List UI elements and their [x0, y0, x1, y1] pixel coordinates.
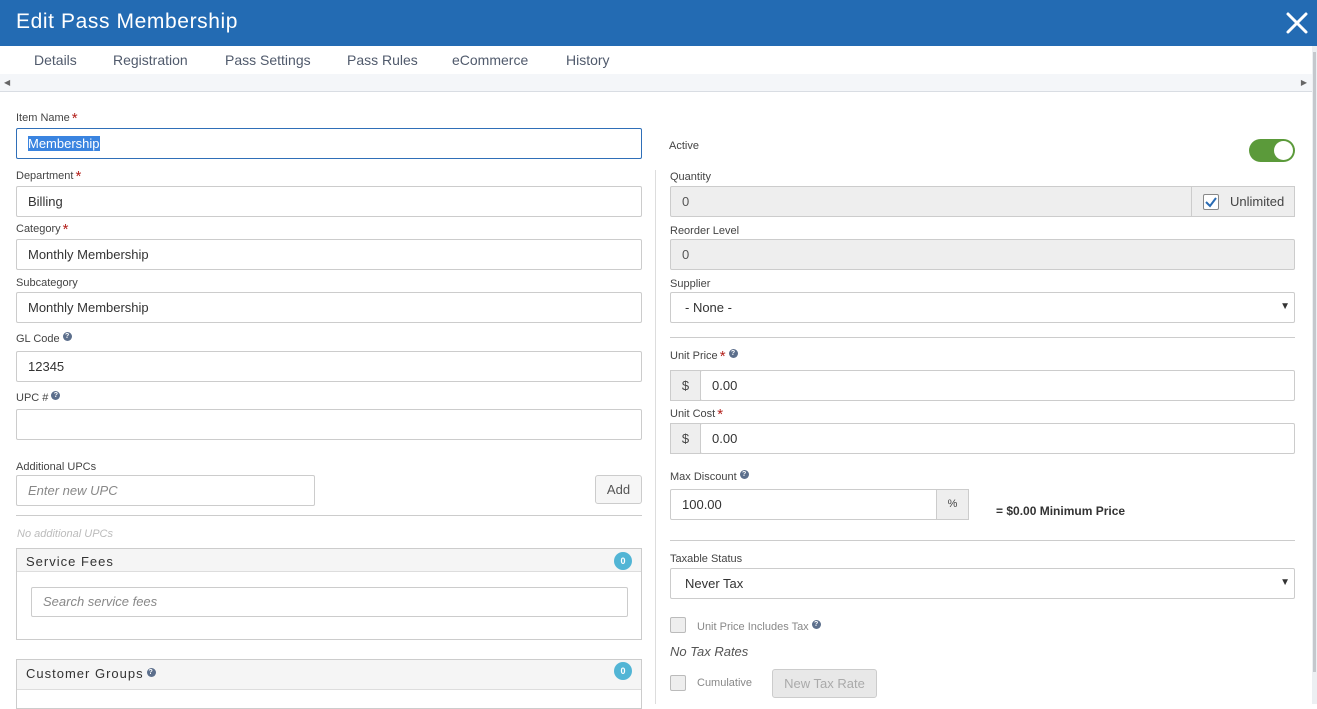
tab-pass-settings[interactable]: Pass Settings — [225, 52, 311, 68]
cumulative-label: Cumulative — [697, 677, 753, 689]
toggle-knob — [1274, 141, 1293, 160]
no-additional-upcs-text: No additional UPCs — [17, 528, 113, 540]
reorder-level-input[interactable]: 0 — [670, 239, 1295, 270]
help-icon[interactable]: ? — [739, 470, 749, 479]
taxable-status-label: Taxable Status — [670, 553, 743, 565]
divider — [16, 515, 642, 516]
service-fees-header: Service Fees 0 — [17, 549, 641, 572]
max-discount-label: Max Discount? — [670, 470, 749, 483]
scroll-right-icon[interactable]: ▶ — [1301, 78, 1307, 87]
vertical-scrollbar-thumb[interactable] — [1313, 52, 1316, 672]
item-name-input[interactable]: Membership — [16, 128, 642, 159]
close-icon[interactable] — [1283, 9, 1311, 37]
divider — [670, 540, 1295, 541]
service-fees-title: Service Fees — [26, 554, 114, 569]
dropdown-caret-icon: ▼ — [1280, 577, 1290, 588]
unit-price-currency: $ — [670, 370, 701, 401]
customer-groups-panel: Customer Groups? 0 — [16, 659, 642, 709]
required-marker: * — [71, 110, 78, 127]
category-label: Category * — [16, 221, 69, 238]
subcategory-input[interactable]: Monthly Membership — [16, 292, 642, 323]
add-upc-button[interactable]: Add — [595, 475, 642, 504]
upc-label: UPC #? — [16, 391, 61, 404]
unit-cost-input[interactable]: 0.00 — [700, 423, 1295, 454]
service-fees-count-badge: 0 — [614, 552, 632, 570]
dropdown-caret-icon: ▼ — [1280, 301, 1290, 312]
gl-code-label: GL Code? — [16, 332, 72, 345]
divider — [670, 337, 1295, 338]
help-icon[interactable]: ? — [51, 391, 61, 400]
help-icon[interactable]: ? — [146, 668, 156, 677]
dialog-title: Edit Pass Membership — [16, 10, 239, 33]
customer-groups-count-badge: 0 — [614, 662, 632, 680]
dialog-header: Edit Pass Membership — [0, 0, 1317, 46]
minimum-price-text: = $0.00 Minimum Price — [996, 504, 1126, 518]
tab-ecommerce[interactable]: eCommerce — [452, 52, 528, 68]
unit-cost-currency: $ — [670, 423, 701, 454]
department-label: Department * — [16, 168, 82, 185]
service-fees-panel: Service Fees 0 Search service fees — [16, 548, 642, 640]
gl-code-input[interactable]: 12345 — [16, 351, 642, 382]
customer-groups-header: Customer Groups? 0 — [17, 660, 641, 690]
unit-price-label: Unit Price *? — [670, 348, 738, 365]
new-upc-input[interactable]: Enter new UPC — [16, 475, 315, 506]
help-icon[interactable]: ? — [728, 349, 738, 358]
help-icon[interactable]: ? — [62, 332, 72, 341]
column-divider — [655, 170, 656, 704]
active-toggle[interactable] — [1249, 139, 1295, 162]
active-label: Active — [669, 140, 699, 152]
supplier-label: Supplier — [670, 278, 711, 290]
tab-pass-rules[interactable]: Pass Rules — [347, 52, 418, 68]
unit-price-input[interactable]: 0.00 — [700, 370, 1295, 401]
unit-cost-label: Unit Cost * — [670, 406, 724, 423]
max-discount-input[interactable]: 100.00 — [670, 489, 938, 520]
no-tax-rates-text: No Tax Rates — [670, 644, 749, 659]
tab-details[interactable]: Details — [34, 52, 77, 68]
quantity-input[interactable]: 0 — [670, 186, 1193, 217]
subcategory-label: Subcategory — [16, 277, 78, 289]
upc-input[interactable] — [16, 409, 642, 440]
tab-registration[interactable]: Registration — [113, 52, 188, 68]
supplier-select[interactable]: - None - ▼ — [670, 292, 1295, 323]
percent-addon: % — [936, 489, 969, 520]
price-includes-tax-label: Unit Price Includes Tax? — [697, 620, 821, 633]
service-fees-search-input[interactable]: Search service fees — [31, 587, 628, 617]
check-icon — [1205, 197, 1217, 208]
quantity-label: Quantity — [670, 171, 711, 183]
tab-scrollbar[interactable]: ◀ ▶ — [0, 74, 1312, 92]
tab-bar: Details Registration Pass Settings Pass … — [0, 46, 1317, 74]
taxable-status-select[interactable]: Never Tax ▼ — [670, 568, 1295, 599]
price-includes-tax-checkbox[interactable] — [670, 617, 686, 633]
tab-history[interactable]: History — [566, 52, 610, 68]
help-icon[interactable]: ? — [811, 620, 821, 629]
department-input[interactable]: Billing — [16, 186, 642, 217]
category-input[interactable]: Monthly Membership — [16, 239, 642, 270]
cumulative-checkbox[interactable] — [670, 675, 686, 691]
item-name-label: Item Name * — [16, 110, 78, 127]
new-tax-rate-button[interactable]: New Tax Rate — [772, 669, 877, 698]
additional-upcs-label: Additional UPCs — [16, 461, 97, 473]
unlimited-checkbox[interactable] — [1203, 194, 1219, 210]
customer-groups-title: Customer Groups? — [26, 666, 156, 681]
scroll-left-icon[interactable]: ◀ — [4, 78, 10, 87]
reorder-level-label: Reorder Level — [670, 225, 740, 237]
